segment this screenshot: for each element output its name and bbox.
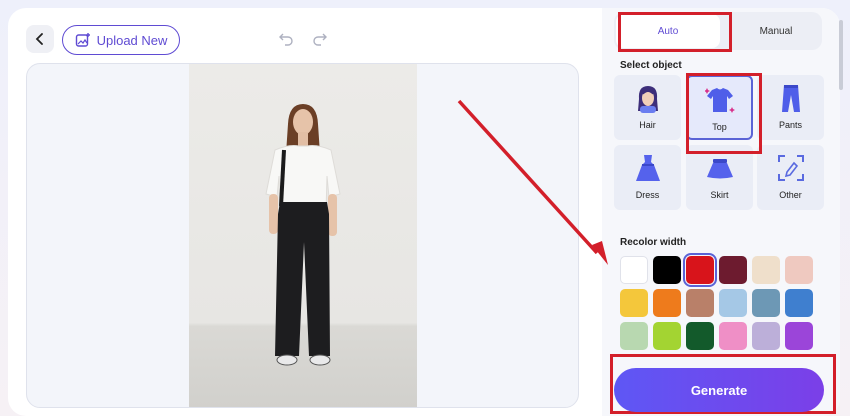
object-label-pants: Pants bbox=[778, 120, 802, 130]
editor-panel: Upload New bbox=[8, 8, 598, 416]
color-swatch[interactable] bbox=[719, 322, 747, 350]
other-icon bbox=[776, 153, 806, 183]
object-grid: Hair Top Pants Dress Skirt Other bbox=[614, 75, 826, 215]
object-label-dress: Dress bbox=[635, 190, 660, 200]
color-swatch[interactable] bbox=[785, 289, 813, 317]
tab-manual[interactable]: Manual bbox=[724, 14, 828, 48]
select-object-title: Select object bbox=[620, 60, 682, 71]
color-swatch[interactable] bbox=[785, 256, 813, 284]
undo-button[interactable] bbox=[276, 29, 296, 49]
color-swatch[interactable] bbox=[719, 289, 747, 317]
skirt-icon bbox=[705, 153, 735, 183]
mode-tabs: Auto Manual bbox=[614, 12, 822, 50]
image-add-icon bbox=[75, 33, 90, 47]
tab-auto[interactable]: Auto bbox=[616, 14, 720, 48]
chevron-left-icon bbox=[35, 33, 43, 45]
color-swatch[interactable] bbox=[686, 322, 714, 350]
object-card-top[interactable]: Top bbox=[686, 75, 753, 140]
color-swatch[interactable] bbox=[686, 289, 714, 317]
model-figure-image bbox=[265, 104, 341, 366]
color-swatches bbox=[620, 253, 820, 351]
color-swatch[interactable] bbox=[683, 253, 717, 287]
object-label-top: Top bbox=[712, 122, 727, 132]
color-swatch[interactable] bbox=[752, 289, 780, 317]
object-card-pants[interactable]: Pants bbox=[757, 75, 824, 140]
object-label-skirt: Skirt bbox=[710, 190, 729, 200]
color-swatch[interactable] bbox=[620, 289, 648, 317]
scrollbar[interactable] bbox=[839, 20, 843, 90]
color-swatch[interactable] bbox=[752, 256, 780, 284]
model-photo bbox=[189, 64, 417, 407]
undo-icon bbox=[279, 33, 293, 46]
color-swatch[interactable] bbox=[719, 256, 747, 284]
color-swatch[interactable] bbox=[752, 322, 780, 350]
top-icon bbox=[704, 85, 735, 115]
color-swatch[interactable] bbox=[653, 289, 681, 317]
toolbar: Upload New bbox=[26, 25, 586, 55]
object-label-other: Other bbox=[779, 190, 802, 200]
color-swatch[interactable] bbox=[620, 322, 648, 350]
redo-button[interactable] bbox=[310, 29, 330, 49]
color-swatch[interactable] bbox=[620, 256, 648, 284]
image-canvas bbox=[26, 63, 579, 408]
object-card-other[interactable]: Other bbox=[757, 145, 824, 210]
generate-button[interactable]: Generate bbox=[614, 368, 824, 412]
hair-icon bbox=[633, 83, 663, 113]
object-card-dress[interactable]: Dress bbox=[614, 145, 681, 210]
recolor-title: Recolor width bbox=[620, 237, 687, 248]
dress-icon bbox=[633, 153, 663, 183]
upload-new-label: Upload New bbox=[96, 32, 168, 48]
settings-panel: Auto Manual Select object Hair Top Pants… bbox=[602, 8, 840, 416]
color-swatch[interactable] bbox=[653, 322, 681, 350]
back-button[interactable] bbox=[26, 25, 54, 53]
app-window: Upload New Auto Manual Select object Hai… bbox=[8, 8, 843, 416]
pants-icon bbox=[776, 83, 806, 113]
redo-icon bbox=[313, 33, 327, 46]
object-card-skirt[interactable]: Skirt bbox=[686, 145, 753, 210]
object-card-hair[interactable]: Hair bbox=[614, 75, 681, 140]
color-swatch[interactable] bbox=[653, 256, 681, 284]
upload-new-button[interactable]: Upload New bbox=[62, 25, 180, 55]
object-label-hair: Hair bbox=[639, 120, 656, 130]
color-swatch[interactable] bbox=[785, 322, 813, 350]
